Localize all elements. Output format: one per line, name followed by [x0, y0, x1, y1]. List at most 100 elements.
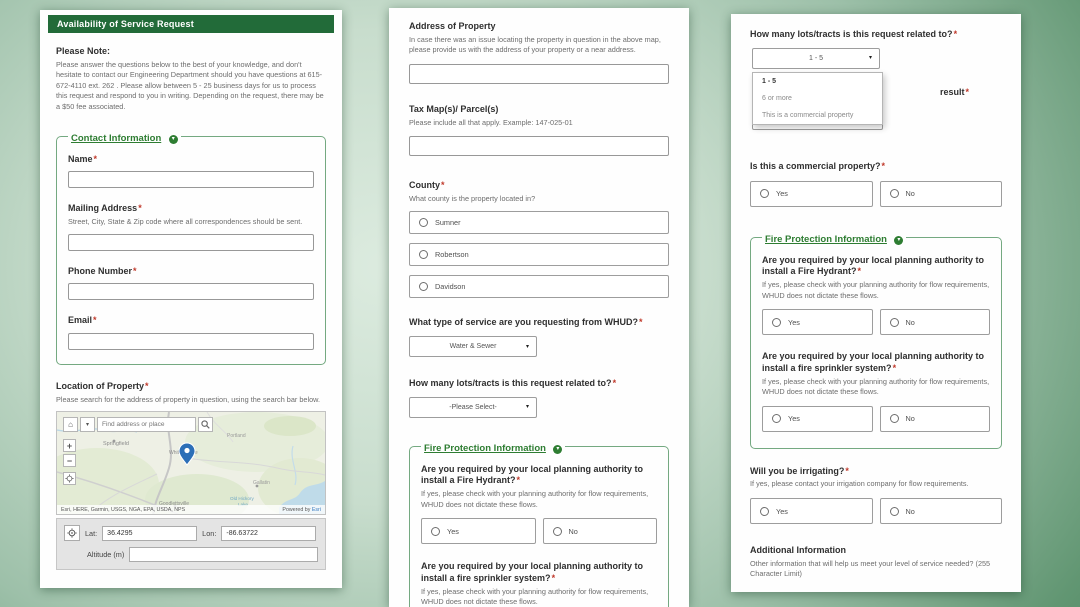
irrigating-no-option[interactable]: No [879, 498, 1002, 525]
form-header-bar: Availability of Service Request [48, 15, 334, 33]
county-label: County [409, 180, 440, 191]
fire-protection-legend: Fire Protection Information ▾ [762, 229, 906, 247]
name-label: Name [68, 153, 93, 164]
fire-sprinkler-question: Are you required by your local planning … [762, 351, 990, 432]
location-of-property-field: Location of Property* Please search for … [56, 381, 326, 405]
zoom-out-button[interactable]: − [63, 454, 76, 468]
radio-icon[interactable] [419, 282, 428, 292]
radio-icon[interactable] [431, 526, 440, 536]
fire-sprinkler-question: Are you required by your local planning … [421, 561, 657, 607]
county-option-davidson[interactable]: Davidson [409, 275, 669, 299]
map-search-button[interactable] [198, 417, 213, 433]
fire-hydrant-options: Yes No [762, 309, 990, 336]
irrigating-label: Will you be irrigating? [750, 465, 845, 476]
required-mark: * [612, 378, 617, 389]
required-mark: * [881, 161, 886, 171]
radio-icon[interactable] [552, 526, 562, 536]
chevron-down-icon: ▾ [525, 343, 529, 350]
commercial-property-label: Is this a commercial property? [750, 161, 881, 171]
service-type-select[interactable]: Water & Sewer ▾ [409, 336, 537, 358]
radio-icon[interactable] [419, 218, 428, 228]
fire-hydrant-options: Yes No [421, 518, 657, 545]
map-search-input[interactable] [97, 417, 196, 433]
service-type-field: What type of service are you requesting … [409, 317, 669, 358]
please-note-block: Please Note: Please answer the questions… [56, 46, 326, 113]
locate-me-button[interactable] [63, 472, 76, 486]
no-label: No [905, 506, 915, 516]
radio-icon[interactable] [760, 506, 769, 516]
address-of-property-field: Address of Property In case there was an… [409, 21, 669, 84]
dropdown-option-1-5[interactable]: 1 - 5 [753, 73, 882, 90]
phone-number-input[interactable] [68, 283, 314, 301]
collapse-group-icon[interactable]: ▾ [894, 235, 904, 245]
dropdown-option-6-or-more[interactable]: 6 or more [753, 90, 882, 107]
radio-icon[interactable] [772, 414, 781, 424]
phone-number-label: Phone Number [68, 265, 133, 276]
dropdown-option-commercial[interactable]: This is a commercial property [753, 107, 882, 124]
fire-hydrant-hint: If yes, please check with your planning … [762, 280, 990, 300]
fire-hydrant-yes-option[interactable]: Yes [762, 309, 873, 336]
zoom-in-button[interactable]: + [63, 439, 76, 453]
radio-icon[interactable] [419, 250, 428, 260]
additional-information-field: Additional Information Other information… [750, 545, 1002, 580]
map-widget[interactable]: Springfield Portland White House Gallati… [56, 411, 326, 516]
lots-tracts-select[interactable]: 1 - 5 ▾ [752, 47, 880, 69]
address-of-property-input[interactable] [409, 63, 669, 84]
radio-icon[interactable] [772, 317, 781, 327]
radio-icon[interactable] [889, 189, 899, 199]
required-mark: * [133, 265, 137, 276]
yes-label: Yes [788, 317, 800, 327]
service-type-value: Water & Sewer [449, 343, 497, 351]
esri-link[interactable]: Esri [312, 507, 321, 513]
radio-icon[interactable] [760, 189, 769, 199]
radio-icon[interactable] [889, 317, 899, 327]
irrigating-options: Yes No [750, 498, 1002, 525]
collapse-group-icon[interactable]: ▾ [168, 134, 178, 144]
irrigating-yes-option[interactable]: Yes [750, 498, 873, 525]
mailing-address-hint: Street, City, State & Zip code where all… [68, 216, 303, 226]
required-mark: * [441, 180, 445, 191]
note-body: Please answer the questions below to the… [56, 59, 324, 111]
altitude-input[interactable] [129, 547, 318, 563]
lon-input[interactable] [221, 525, 317, 541]
lake-label-line1: Old Hickory [230, 496, 254, 501]
fire-hydrant-no-option[interactable]: No [879, 309, 990, 336]
lat-label: Lat: [85, 528, 98, 538]
email-input[interactable] [68, 332, 314, 350]
collapse-group-icon[interactable]: ▾ [553, 444, 563, 454]
minus-icon: − [66, 455, 73, 466]
tax-map-input[interactable] [409, 136, 669, 157]
tax-map-field: Tax Map(s)/ Parcel(s) Please include all… [409, 104, 669, 157]
yes-label: Yes [776, 189, 788, 199]
fire-hydrant-yes-option[interactable]: Yes [421, 518, 536, 545]
commercial-no-option[interactable]: No [879, 180, 1002, 207]
location-of-property-label: Location of Property [56, 380, 145, 391]
email-field: Email* [68, 315, 314, 350]
map-home-button[interactable]: ⌂ [63, 417, 78, 433]
lots-tracts-select[interactable]: -Please Select- ▾ [409, 396, 537, 418]
mailing-address-input[interactable] [68, 233, 314, 251]
fire-sprinkler-yes-option[interactable]: Yes [762, 405, 873, 432]
county-option-robertson[interactable]: Robertson [409, 243, 669, 267]
form-page-3: How many lots/tracts is this request rel… [731, 14, 1021, 592]
radio-icon[interactable] [889, 506, 899, 516]
commercial-yes-option[interactable]: Yes [750, 180, 873, 207]
additional-information-hint: Other information that will help us meet… [750, 558, 991, 579]
lat-input[interactable] [102, 525, 198, 541]
name-input[interactable] [68, 171, 314, 189]
fire-hydrant-no-option[interactable]: No [542, 518, 657, 545]
obscured-question-text: result* [940, 87, 970, 97]
county-option-sumner[interactable]: Sumner [409, 211, 669, 235]
radio-icon[interactable] [889, 414, 899, 424]
map-locate-control [63, 472, 76, 486]
fire-sprinkler-no-option[interactable]: No [879, 405, 990, 432]
capture-location-button[interactable] [64, 525, 80, 542]
required-mark: * [516, 475, 521, 486]
fire-hydrant-label: Are you required by your local planning … [421, 463, 644, 486]
map-search-menu-button[interactable]: ▾ [80, 417, 95, 433]
no-label: No [905, 414, 915, 424]
lots-tracts-field: How many lots/tracts is this request rel… [750, 29, 1002, 132]
no-label: No [905, 189, 915, 199]
required-mark: * [93, 315, 97, 326]
commercial-property-options: Yes No [750, 180, 1002, 207]
